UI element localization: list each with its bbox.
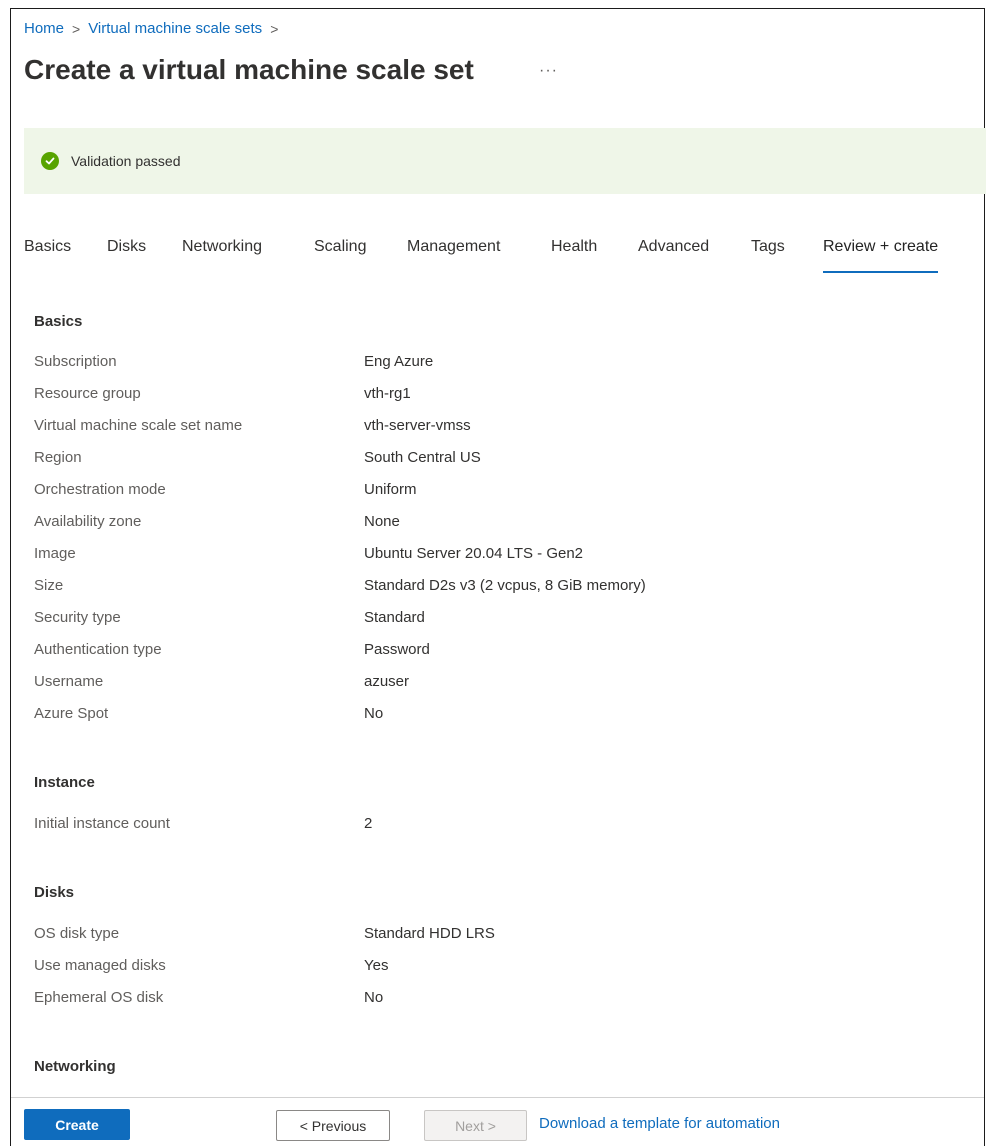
summary-row: Region South Central US (34, 449, 934, 469)
breadcrumb: Home > Virtual machine scale sets > (24, 20, 278, 37)
tab-disks[interactable]: Disks (107, 238, 146, 256)
row-label: Region (34, 449, 82, 466)
row-value: Uniform (364, 481, 417, 498)
row-label: Ephemeral OS disk (34, 989, 164, 1006)
check-circle-icon (41, 152, 59, 170)
row-value: 2 (364, 815, 373, 832)
section-heading-basics: Basics (34, 313, 83, 330)
section-heading-networking: Networking (34, 1058, 116, 1075)
row-value: Yes (364, 957, 389, 974)
breadcrumb-vmss-link[interactable]: Virtual machine scale sets (88, 20, 262, 37)
active-tab-indicator (823, 271, 939, 273)
summary-row: Availability zone None (34, 513, 934, 533)
summary-row: Virtual machine scale set name vth-server… (34, 417, 934, 437)
summary-row: Initial instance count 2 (34, 815, 934, 835)
row-value: vth-rg1 (364, 385, 411, 402)
row-label: Azure Spot (34, 705, 109, 722)
row-label: OS disk type (34, 925, 120, 942)
summary-row: Resource group vth-rg1 (34, 385, 934, 405)
row-label: Username (34, 673, 104, 690)
summary-row: Ephemeral OS disk No (34, 989, 934, 1009)
tab-basics[interactable]: Basics (24, 238, 71, 256)
summary-row: Authentication type Password (34, 641, 934, 661)
summary-row: OS disk type Standard HDD LRS (34, 925, 934, 945)
more-options-icon[interactable]: ··· (539, 62, 558, 80)
row-label: Orchestration mode (34, 481, 166, 498)
breadcrumb-separator: > (270, 20, 279, 37)
tab-review-create-label: Review + create (823, 238, 939, 255)
row-label: Initial instance count (34, 815, 170, 832)
summary-row: Subscription Eng Azure (34, 353, 934, 373)
breadcrumb-home-link[interactable]: Home (24, 20, 64, 37)
row-value: None (364, 513, 400, 530)
download-template-link[interactable]: Download a template for automation (539, 1115, 780, 1132)
row-value: South Central US (364, 449, 481, 466)
summary-row: Image Ubuntu Server 20.04 LTS - Gen2 (34, 545, 934, 565)
row-label: Virtual machine scale set name (34, 417, 243, 434)
summary-row: Azure Spot No (34, 705, 934, 725)
summary-row: Size Standard D2s v3 (2 vcpus, 8 GiB memo… (34, 577, 934, 597)
row-label: Resource group (34, 385, 141, 402)
row-label: Size (34, 577, 64, 594)
summary-row: Security type Standard (34, 609, 934, 629)
row-value: Eng Azure (364, 353, 434, 370)
row-value: Standard (364, 609, 425, 626)
breadcrumb-separator: > (72, 20, 81, 37)
row-value: Standard D2s v3 (2 vcpus, 8 GiB memory) (364, 577, 646, 594)
summary-row: Orchestration mode Uniform (34, 481, 934, 501)
row-value: azuser (364, 673, 410, 690)
row-value: Password (364, 641, 430, 658)
tab-review-create[interactable]: Review + create (823, 238, 939, 273)
tab-scaling[interactable]: Scaling (314, 238, 366, 256)
create-button[interactable]: Create (24, 1109, 130, 1140)
section-heading-instance: Instance (34, 774, 95, 791)
row-label: Image (34, 545, 76, 562)
tab-management[interactable]: Management (407, 238, 500, 256)
row-label: Use managed disks (34, 957, 166, 974)
row-value: No (364, 989, 384, 1006)
row-label: Authentication type (34, 641, 162, 658)
page-title: Create a virtual machine scale set (24, 54, 474, 85)
row-label: Availability zone (34, 513, 142, 530)
tab-networking[interactable]: Networking (182, 238, 262, 256)
summary-row: Use managed disks Yes (34, 957, 934, 977)
footer-bar: Create < Previous Next > Download a temp… (11, 1097, 984, 1148)
section-heading-disks: Disks (34, 884, 75, 901)
row-value: Ubuntu Server 20.04 LTS - Gen2 (364, 545, 584, 562)
tab-advanced[interactable]: Advanced (638, 238, 709, 256)
row-value: vth-server-vmss (364, 417, 471, 434)
tab-health[interactable]: Health (551, 238, 597, 256)
validation-text: Validation passed (71, 153, 181, 169)
tab-tags[interactable]: Tags (751, 238, 785, 256)
validation-banner: Validation passed (24, 128, 986, 194)
summary-row: Username azuser (34, 673, 934, 693)
row-label: Security type (34, 609, 121, 626)
row-value: Standard HDD LRS (364, 925, 495, 942)
row-value: No (364, 705, 384, 722)
next-button[interactable]: Next > (424, 1110, 527, 1141)
previous-button[interactable]: < Previous (276, 1110, 390, 1141)
row-label: Subscription (34, 353, 117, 370)
